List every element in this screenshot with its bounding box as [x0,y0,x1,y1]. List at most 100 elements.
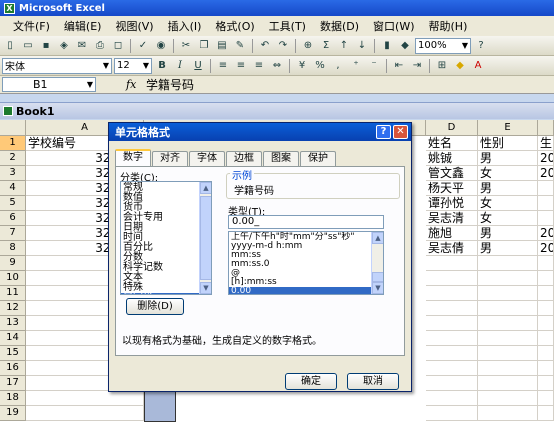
cell-f[interactable] [538,301,554,316]
category-list-item[interactable]: 自定义 [121,293,211,294]
row-header[interactable]: 12 [0,301,26,316]
menu-tools[interactable]: 工具(T) [262,18,313,34]
cancel-button[interactable]: 取消 [347,373,399,390]
row-header[interactable]: 8 [0,241,26,256]
cell-f[interactable] [538,286,554,301]
tab-font[interactable]: 字体 [189,151,225,166]
cell-e[interactable]: 男 [478,226,538,241]
row-header[interactable]: 4 [0,181,26,196]
row-header[interactable]: 15 [0,346,26,361]
font-size-select[interactable]: 12 ▼ [114,57,152,74]
cell-a[interactable] [26,391,144,406]
menu-edit[interactable]: 编辑(E) [57,18,109,34]
cell-d[interactable] [426,361,478,376]
menu-insert[interactable]: 插入(I) [161,18,209,34]
scroll-down-icon[interactable]: ▼ [372,282,383,294]
cell-f[interactable] [538,346,554,361]
cell-e[interactable] [478,406,538,421]
cell-d[interactable] [426,301,478,316]
spelling-icon[interactable]: ✓ [135,38,151,54]
sort-ascending-icon[interactable]: ↑ [336,38,352,54]
save-icon[interactable]: ▪ [38,38,54,54]
print-preview-icon[interactable]: ◻ [110,38,126,54]
open-icon[interactable]: ▭ [20,38,36,54]
cell-e[interactable]: 性别 [478,136,538,151]
cell-e[interactable] [478,361,538,376]
menu-window[interactable]: 窗口(W) [366,18,421,34]
select-all-corner[interactable] [0,120,26,136]
print-icon[interactable]: ⎙ [92,38,108,54]
row-header[interactable]: 7 [0,226,26,241]
row-header[interactable]: 18 [0,391,26,406]
cell-e[interactable]: 女 [478,196,538,211]
drawing-icon[interactable]: ◆ [397,38,413,54]
cell-e[interactable] [478,256,538,271]
cell-f[interactable] [538,391,554,406]
column-header-f[interactable] [538,120,554,136]
format-painter-icon[interactable]: ✎ [232,38,248,54]
new-icon[interactable]: ▯ [2,38,18,54]
column-header-d[interactable]: D [426,120,478,136]
row-header[interactable]: 2 [0,151,26,166]
row-header[interactable]: 5 [0,196,26,211]
scroll-down-icon[interactable]: ▼ [200,282,211,294]
paste-icon[interactable]: ▤ [214,38,230,54]
row-header[interactable]: 1 [0,136,26,151]
cell-e[interactable] [478,346,538,361]
cell-f[interactable] [538,196,554,211]
hyperlink-icon[interactable]: ⊕ [300,38,316,54]
cell-f[interactable] [538,361,554,376]
scroll-thumb[interactable] [372,272,383,282]
row-header[interactable]: 14 [0,331,26,346]
sort-descending-icon[interactable]: ↓ [354,38,370,54]
cell-f[interactable]: 20 [538,166,554,181]
function-icon[interactable]: fx [126,78,146,91]
cell-e[interactable] [478,376,538,391]
cell-d[interactable] [426,346,478,361]
cell-d[interactable]: 谭孙悦 [426,196,478,211]
category-scrollbar[interactable]: ▲ ▼ [199,182,211,294]
cell-d[interactable]: 吴志倩 [426,241,478,256]
row-header[interactable]: 3 [0,166,26,181]
row-header[interactable]: 13 [0,316,26,331]
cell-f[interactable]: 20 [538,226,554,241]
tab-patterns[interactable]: 图案 [263,151,299,166]
undo-icon[interactable]: ↶ [257,38,273,54]
cell-d[interactable] [426,376,478,391]
cell-e[interactable]: 男 [478,241,538,256]
cell-d[interactable]: 管文鑫 [426,166,478,181]
font-color-icon[interactable]: A [470,58,486,74]
cell-f[interactable]: 20 [538,151,554,166]
row-header[interactable]: 10 [0,271,26,286]
menu-format[interactable]: 格式(O) [208,18,261,34]
cell-e[interactable] [478,316,538,331]
align-left-icon[interactable]: ≡ [215,58,231,74]
scroll-up-icon[interactable]: ▲ [200,182,211,194]
menu-view[interactable]: 视图(V) [108,18,160,34]
merge-center-icon[interactable]: ⇔ [269,58,285,74]
currency-icon[interactable]: ¥ [294,58,310,74]
menu-file[interactable]: 文件(F) [6,18,57,34]
email-icon[interactable]: ✉ [74,38,90,54]
ok-button[interactable]: 确定 [285,373,337,390]
type-list[interactable]: 上午/下午h"时"mm"分"ss"秒" yyyy-m-d h:mm mm:ss mm:… [228,231,384,295]
type-scrollbar[interactable]: ▲ ▼ [371,232,383,294]
cell-d[interactable]: 姚铖 [426,151,478,166]
formula-input[interactable]: 学籍号码 [146,76,194,93]
cell-d[interactable] [426,406,478,421]
tab-protection[interactable]: 保护 [300,151,336,166]
permission-icon[interactable]: ◈ [56,38,72,54]
cell-e[interactable] [478,286,538,301]
scroll-thumb[interactable] [200,196,211,280]
tab-alignment[interactable]: 对齐 [152,151,188,166]
zoom-select[interactable]: 100% ▼ [415,37,471,54]
cell-d[interactable] [426,331,478,346]
cell-f[interactable]: 20 [538,241,554,256]
chart-wizard-icon[interactable]: ▮ [379,38,395,54]
cell-e[interactable] [478,271,538,286]
close-button[interactable]: ✕ [393,125,408,139]
increase-indent-icon[interactable]: ⇥ [409,58,425,74]
help-icon[interactable]: ? [473,38,489,54]
autosum-icon[interactable]: Σ [318,38,334,54]
font-select[interactable]: 宋体 ▼ [2,57,112,74]
